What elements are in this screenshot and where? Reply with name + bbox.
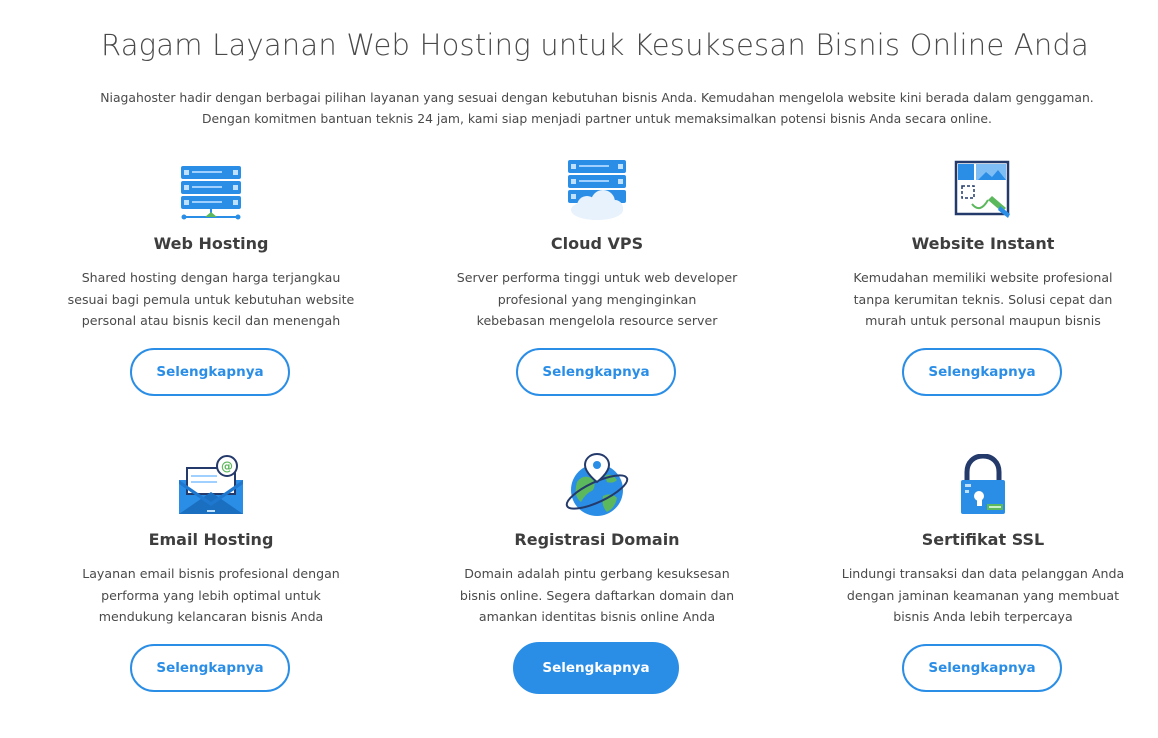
- selengkapnya-button-sertifikat-ssl[interactable]: Selengkapnya: [902, 644, 1062, 692]
- service-card-email-hosting: @ Email Hosting Layanan email bisnis pro…: [46, 0, 376, 738]
- desc-line: bisnis Anda lebih terpercaya: [893, 609, 1073, 624]
- service-title: Sertifikat SSL: [921, 530, 1045, 549]
- desc-line: Domain adalah pintu gerbang kesuksesan: [464, 566, 730, 581]
- desc-line: bisnis online. Segera daftarkan domain d…: [459, 587, 735, 603]
- desc-line: performa yang lebih optimal untuk: [101, 587, 321, 603]
- email-envelope-icon: @: [177, 454, 245, 520]
- service-card-sertifikat-ssl: Sertifikat SSL Lindungi transaksi dan da…: [818, 0, 1148, 738]
- desc-line: mendukung kelancaran bisnis Anda: [98, 609, 324, 624]
- selengkapnya-button-registrasi-domain[interactable]: Selengkapnya: [513, 642, 679, 694]
- service-description: Domain adalah pintu gerbang kesuksesan b…: [432, 563, 762, 628]
- service-description: Layanan email bisnis profesional dengan …: [46, 563, 376, 628]
- svg-text:@: @: [221, 460, 233, 474]
- desc-line: amankan identitas bisnis online Anda: [478, 609, 716, 624]
- service-title: Registrasi Domain: [514, 530, 680, 549]
- service-title: Email Hosting: [148, 530, 274, 549]
- padlock-ssl-icon: [957, 453, 1009, 520]
- globe-pin-icon: [563, 452, 631, 522]
- service-card-registrasi-domain: Registrasi Domain Domain adalah pintu ge…: [432, 0, 762, 738]
- desc-line: dengan jaminan keamanan yang membuat: [846, 587, 1120, 603]
- selengkapnya-button-email-hosting[interactable]: Selengkapnya: [130, 644, 290, 692]
- service-description: Lindungi transaksi dan data pelanggan An…: [818, 563, 1148, 628]
- desc-line: Layanan email bisnis profesional dengan: [82, 566, 340, 581]
- desc-line: Lindungi transaksi dan data pelanggan An…: [841, 566, 1125, 581]
